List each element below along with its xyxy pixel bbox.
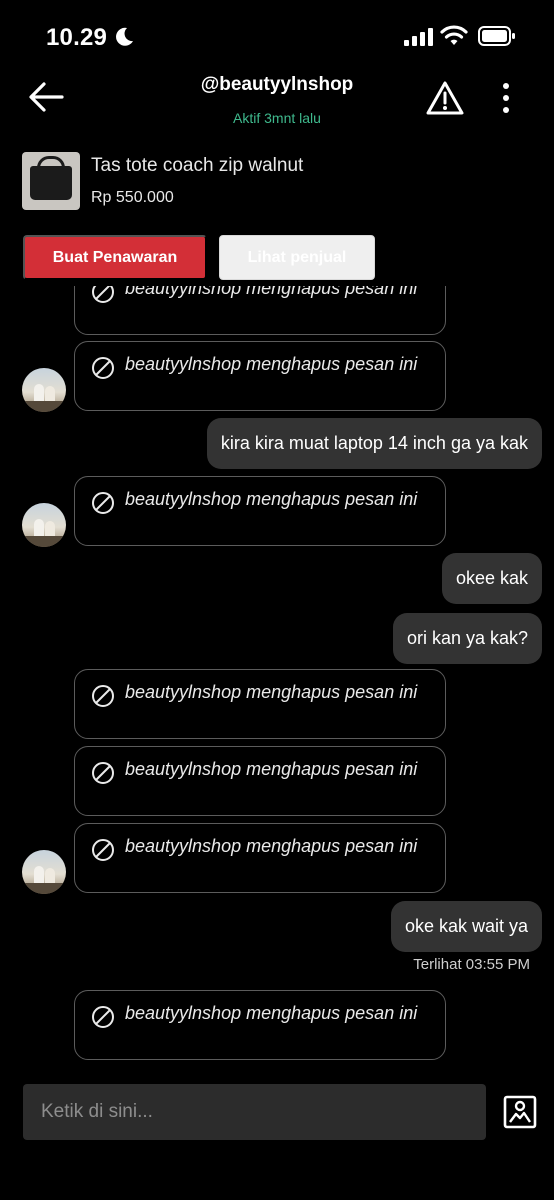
- deleted-message-text: beautyylnshop menghapus pesan ini: [125, 836, 418, 856]
- product-name[interactable]: Tas tote coach zip walnut: [91, 155, 303, 177]
- online-status: Aktif 3mnt lalu: [233, 110, 321, 126]
- image-upload-icon[interactable]: [503, 1095, 537, 1129]
- make-offer-button[interactable]: Buat Penawaran: [23, 235, 207, 280]
- warning-icon[interactable]: [425, 80, 465, 116]
- moon-icon: [116, 27, 133, 46]
- ban-icon: [92, 357, 114, 379]
- deleted-message: beautyylnshop menghapus pesan ini: [74, 476, 446, 546]
- status-time: 10.29: [46, 24, 108, 51]
- battery-icon: [478, 26, 515, 46]
- ban-icon: [92, 492, 114, 514]
- product-thumbnail[interactable]: [22, 152, 80, 210]
- sent-message[interactable]: oke kak wait ya: [390, 901, 542, 952]
- message-input[interactable]: [23, 1084, 486, 1140]
- more-icon[interactable]: [496, 80, 516, 116]
- product-price: Rp 550.000: [91, 189, 174, 206]
- sent-message[interactable]: kira kira muat laptop 14 inch ga ya kak: [206, 418, 542, 469]
- signal-icon: [404, 28, 433, 46]
- deleted-message-text: beautyylnshop menghapus pesan ini: [125, 286, 418, 298]
- deleted-message-text: beautyylnshop menghapus pesan ini: [125, 759, 418, 779]
- ban-icon: [92, 286, 114, 303]
- view-seller-button[interactable]: Lihat penjual: [219, 235, 375, 280]
- ban-icon: [92, 685, 114, 707]
- page-title: @beautyylnshop: [200, 74, 354, 95]
- avatar[interactable]: [22, 503, 66, 547]
- deleted-message-text: beautyylnshop menghapus pesan ini: [125, 489, 418, 509]
- avatar[interactable]: [22, 368, 66, 412]
- ban-icon: [92, 839, 114, 861]
- ban-icon: [92, 1006, 114, 1028]
- deleted-message: beautyylnshop menghapus pesan ini: [74, 746, 446, 816]
- chat-messages[interactable]: beautyylnshop menghapus pesan ini beauty…: [0, 286, 554, 1070]
- deleted-message: beautyylnshop menghapus pesan ini: [74, 669, 446, 739]
- avatar[interactable]: [22, 850, 66, 894]
- deleted-message: beautyylnshop menghapus pesan ini: [74, 286, 446, 335]
- sent-message[interactable]: okee kak: [441, 553, 542, 604]
- wifi-icon: [440, 25, 468, 45]
- deleted-message: beautyylnshop menghapus pesan ini: [74, 823, 446, 893]
- deleted-message-text: beautyylnshop menghapus pesan ini: [125, 354, 418, 374]
- status-bar: 10.29: [0, 0, 554, 70]
- seen-status: Terlihat 03:55 PM: [413, 956, 530, 973]
- sent-message[interactable]: ori kan ya kak?: [392, 613, 542, 664]
- deleted-message-text: beautyylnshop menghapus pesan ini: [125, 1003, 418, 1023]
- ban-icon: [92, 762, 114, 784]
- deleted-message: beautyylnshop menghapus pesan ini: [74, 990, 446, 1060]
- deleted-message: beautyylnshop menghapus pesan ini: [74, 341, 446, 411]
- deleted-message-text: beautyylnshop menghapus pesan ini: [125, 682, 418, 702]
